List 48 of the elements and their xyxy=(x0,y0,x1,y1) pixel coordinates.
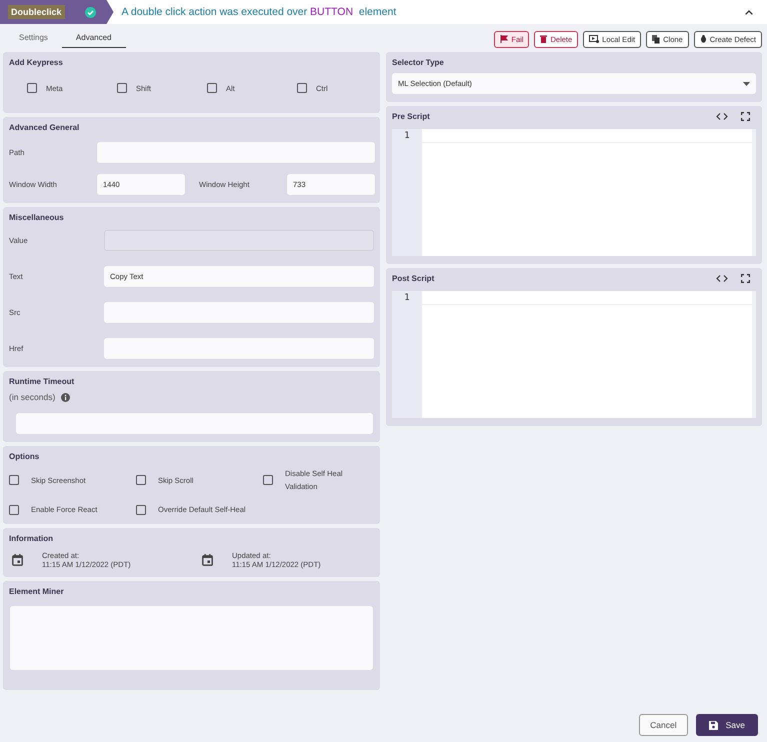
hint-text: (in seconds) xyxy=(9,392,56,402)
copy-icon xyxy=(652,34,660,44)
section-title: Miscellaneous xyxy=(9,213,65,222)
code-editor[interactable]: 1 xyxy=(392,129,756,256)
section-title: Advanced General xyxy=(9,123,80,132)
step-name: Doubleclick xyxy=(8,5,65,19)
section-title: Information xyxy=(9,534,54,543)
code-editor[interactable]: 1 xyxy=(392,291,756,418)
tab[interactable]: Settings xyxy=(5,29,62,48)
checkbox[interactable] xyxy=(297,83,307,93)
code-icon[interactable] xyxy=(716,275,728,282)
play-screen-icon xyxy=(589,35,600,43)
section-title: Selector Type xyxy=(392,58,445,67)
checkbox[interactable] xyxy=(263,475,273,485)
code-icon[interactable] xyxy=(716,113,728,120)
checkbox[interactable] xyxy=(117,83,127,93)
fullscreen-icon[interactable] xyxy=(741,112,750,121)
section-title: Add Keypress xyxy=(9,58,64,67)
line-number: 1 xyxy=(403,293,411,303)
section-title: Pre Script xyxy=(392,112,430,121)
checkbox[interactable] xyxy=(27,83,37,93)
section-title: Runtime Timeout xyxy=(9,377,76,386)
cancel-button[interactable]: Cancel xyxy=(639,714,688,736)
checkbox[interactable] xyxy=(207,83,217,93)
checkbox[interactable] xyxy=(9,504,19,514)
calendar-icon xyxy=(202,554,213,566)
bug-icon xyxy=(700,35,707,43)
checkbox[interactable] xyxy=(136,504,146,514)
timeout-field[interactable] xyxy=(16,413,373,434)
line-number: 1 xyxy=(403,131,411,141)
trash-icon xyxy=(540,35,548,43)
text-field[interactable] xyxy=(104,338,374,359)
section-title: Post Script xyxy=(392,274,434,283)
save-button[interactable]: Save xyxy=(696,714,758,736)
fullscreen-icon[interactable] xyxy=(741,274,750,283)
text-field[interactable] xyxy=(97,142,375,163)
text-field[interactable] xyxy=(104,302,374,323)
tab[interactable]: Advanced xyxy=(62,29,126,48)
checkbox[interactable] xyxy=(9,475,19,485)
info-icon[interactable] xyxy=(61,392,70,402)
chevron-up-icon[interactable] xyxy=(745,10,753,14)
section-title: Element Miner xyxy=(9,587,65,596)
checkbox[interactable] xyxy=(136,475,146,485)
section-title: Options xyxy=(9,452,40,461)
step-message: A double click action was executed over BUTTON element xyxy=(122,6,398,18)
dropdown-caret-icon xyxy=(743,82,750,86)
calendar-icon xyxy=(12,554,23,566)
flag-icon xyxy=(500,35,508,43)
